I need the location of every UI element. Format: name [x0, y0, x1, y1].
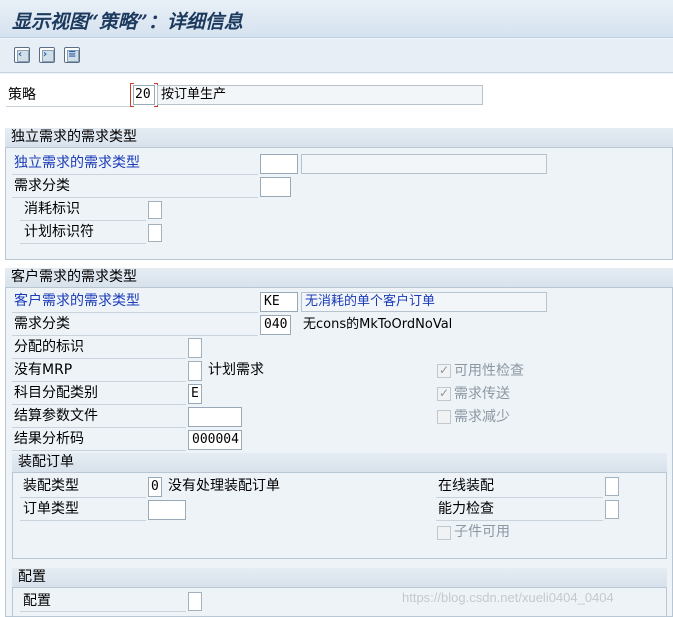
component-availability-label: 子件可用 — [454, 524, 510, 540]
capacity-check-label: 能力检查 — [438, 501, 494, 517]
next-entry-icon[interactable]: › — [39, 47, 55, 63]
independent-req-type-desc — [301, 154, 547, 174]
account-assignment-label: 科目分配类别 — [14, 385, 98, 401]
assembly-type-desc: 没有处理装配订单 — [168, 478, 280, 494]
settlement-profile-input[interactable] — [188, 407, 242, 427]
planning-indicator-label: 计划标识符 — [24, 224, 94, 240]
customer-req-type-input[interactable]: KE — [260, 292, 298, 312]
results-analysis-key-label: 结果分析码 — [14, 431, 84, 447]
consumption-indicator-label: 消耗标识 — [24, 201, 80, 217]
customer-req-class-label: 需求分类 — [14, 316, 70, 332]
order-type-input[interactable] — [148, 500, 186, 520]
configuration-header: 配置 — [12, 568, 667, 588]
planning-indicator-field[interactable] — [148, 224, 162, 242]
capacity-check-field[interactable] — [605, 500, 619, 519]
customer-req-type-desc: 无消耗的单个客户订单 — [301, 292, 547, 312]
title-bar: 显示视图“策略”：详细信息 — [0, 0, 673, 38]
allocation-indicator-label: 分配的标识 — [14, 339, 84, 355]
req-reduction-label: 需求减少 — [454, 409, 510, 425]
independent-req-type-input[interactable] — [260, 154, 298, 174]
availability-check-label: 可用性检查 — [454, 363, 524, 379]
req-reduction-checkbox — [437, 410, 451, 424]
assembly-type-label: 装配类型 — [23, 478, 79, 494]
online-assembly-label: 在线装配 — [438, 478, 494, 494]
strategy-description: 按订单生产 — [157, 85, 483, 105]
independent-requirements-header: 独立需求的需求类型 — [5, 128, 673, 148]
availability-check-checkbox: ✓ — [437, 363, 451, 378]
req-transfer-label: 需求传送 — [454, 386, 510, 402]
planned-req-label: 计划需求 — [208, 362, 264, 378]
online-assembly-field[interactable] — [605, 477, 619, 496]
assembly-order-header: 装配订单 — [12, 453, 667, 473]
no-mrp-field[interactable] — [188, 361, 202, 381]
customer-req-type-label[interactable]: 客户需求的需求类型 — [14, 292, 140, 310]
previous-entry-icon[interactable]: ‹ — [14, 47, 30, 63]
customer-req-class-input[interactable]: 040 — [260, 315, 291, 335]
configuration-label: 配置 — [23, 593, 51, 609]
results-analysis-key-input[interactable]: 000004 — [188, 430, 242, 450]
watermark: https://blog.csdn.net/xueli0404_0404 — [402, 590, 614, 605]
window-title: 显示视图“策略”：详细信息 — [12, 11, 243, 33]
independent-req-type-label[interactable]: 独立需求的需求类型 — [14, 154, 140, 172]
customer-req-class-desc: 无cons的MkToOrdNoVal — [303, 317, 453, 332]
no-mrp-label: 没有MRP — [14, 362, 73, 378]
consumption-indicator-field[interactable] — [148, 201, 162, 219]
account-assignment-input[interactable]: E — [188, 384, 202, 404]
strategy-label: 策略 — [8, 87, 36, 103]
assembly-type-input[interactable]: 0 — [148, 477, 162, 497]
allocation-indicator-field[interactable] — [188, 338, 202, 358]
strategy-code-input[interactable]: 20 — [133, 85, 155, 105]
req-transfer-checkbox: ✓ — [437, 386, 451, 401]
component-availability-checkbox — [437, 526, 451, 540]
other-entry-icon[interactable]: ≡ — [64, 47, 80, 63]
independent-req-class-label: 需求分类 — [14, 178, 70, 194]
configuration-field[interactable] — [188, 592, 202, 611]
toolbar: ‹ › ≡ — [0, 39, 673, 73]
customer-requirements-header: 客户需求的需求类型 — [5, 268, 673, 288]
independent-req-class-input[interactable] — [260, 177, 291, 197]
settlement-profile-label: 结算参数文件 — [14, 408, 98, 424]
order-type-label: 订单类型 — [23, 501, 79, 517]
